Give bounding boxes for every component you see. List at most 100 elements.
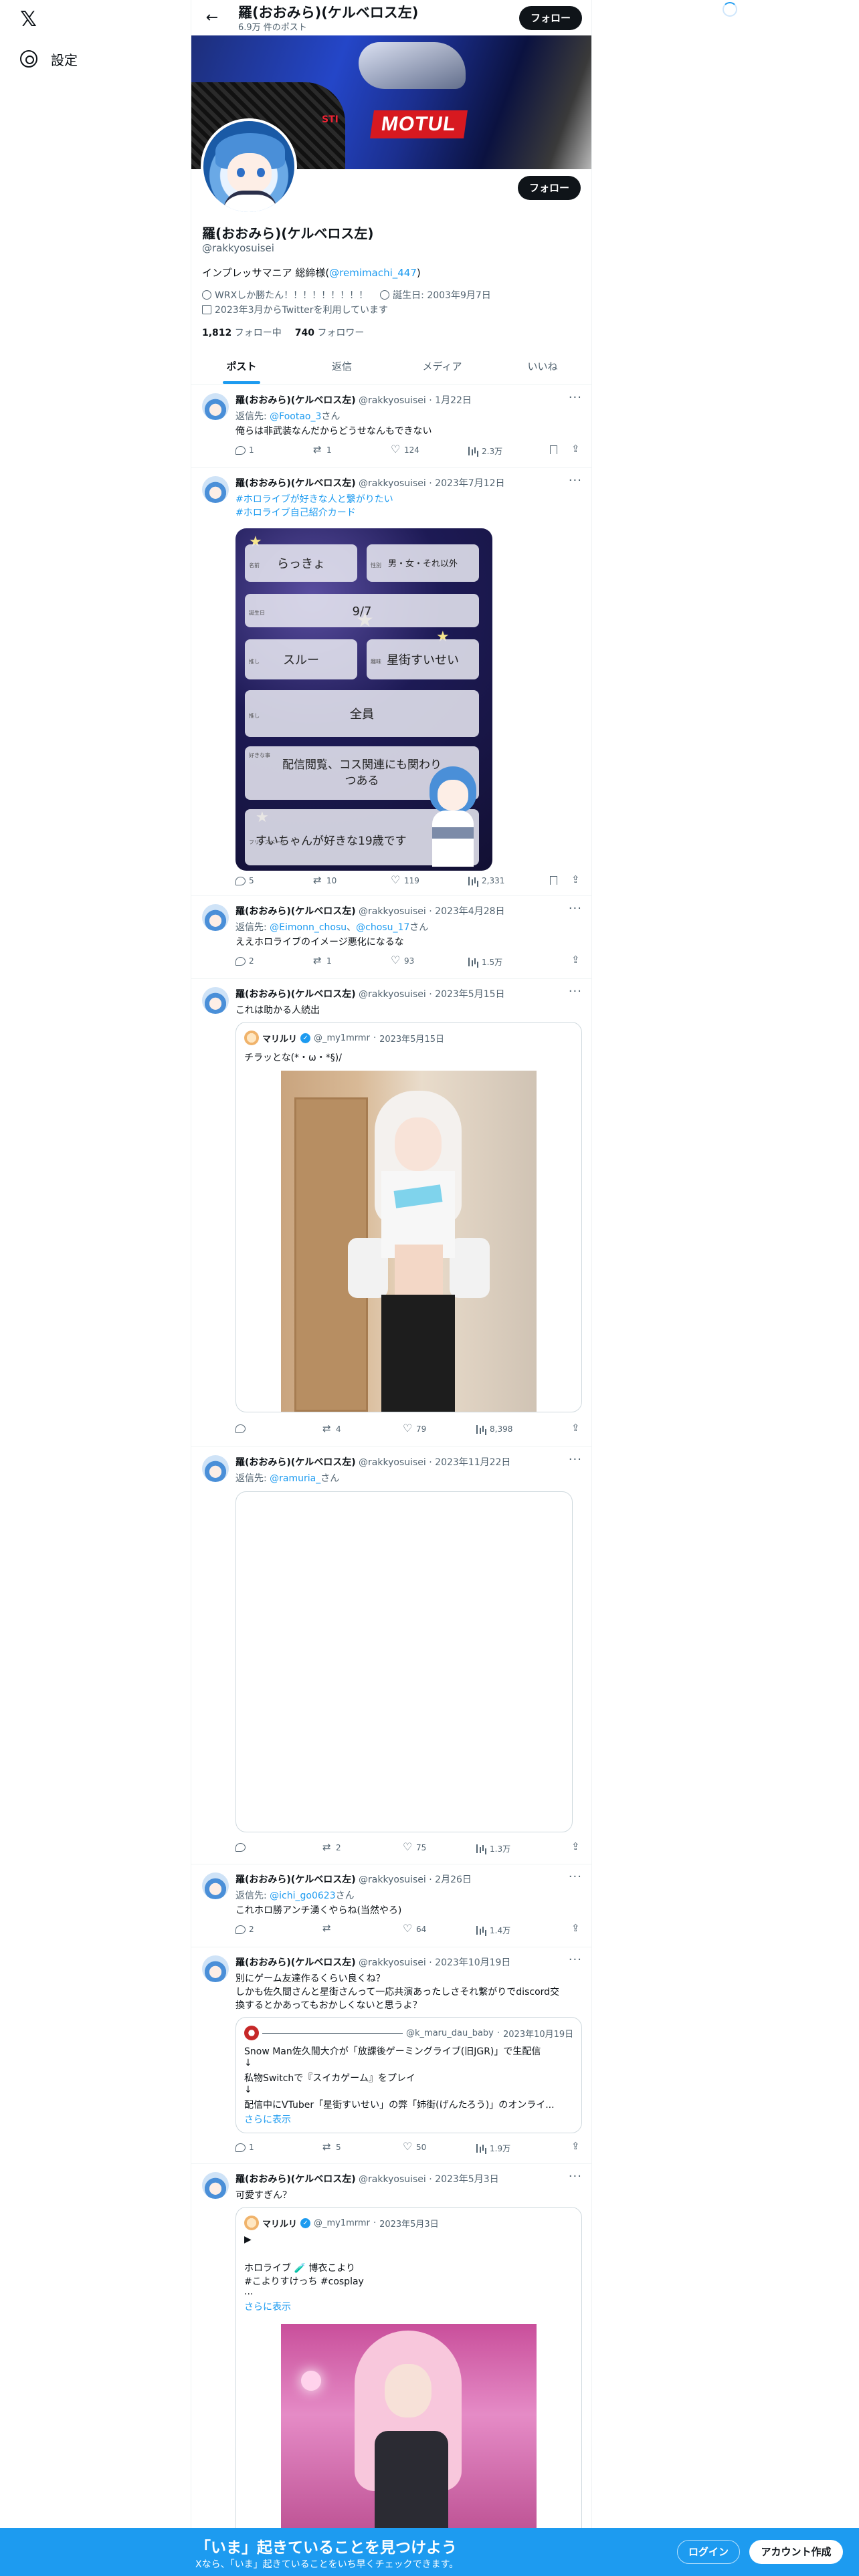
retweet-button[interactable]: 2 (322, 1841, 341, 1853)
bookmark-button[interactable] (550, 445, 557, 454)
tweet[interactable]: 羅(おおみら)(ケルベロス左) @rakkyosuisei · 2023年7月1… (191, 468, 591, 896)
reply-to-link[interactable]: @Footao_3 (270, 411, 321, 422)
tweet-date[interactable]: 2023年11月22日 (435, 1457, 510, 1468)
bio-mention-link[interactable]: @remimachi_447 (329, 267, 417, 279)
tweet-date[interactable]: 2023年7月12日 (435, 478, 504, 489)
views-button[interactable]: 2,331 (468, 876, 504, 885)
share-button[interactable] (571, 443, 581, 455)
share-button[interactable] (571, 954, 581, 966)
followers-link[interactable]: 740 フォロワー (295, 326, 365, 339)
like-button[interactable]: 79 (403, 1422, 426, 1434)
bookmark-button[interactable] (550, 876, 557, 885)
reply-button[interactable]: 1 (235, 2143, 254, 2152)
quote-photo[interactable] (281, 2324, 537, 2551)
header-follow-button[interactable]: フォロー (519, 6, 582, 30)
tweet[interactable]: 羅(おおみら)(ケルベロス左) @rakkyosuisei · 2月26日 ··… (191, 1864, 591, 1947)
tweet-author[interactable]: 羅(おおみら)(ケルベロス左) (235, 478, 356, 489)
tweet-date[interactable]: 2023年5月3日 (435, 2174, 498, 2185)
x-logo-icon[interactable]: 𝕏 (20, 8, 43, 31)
share-button[interactable] (571, 873, 581, 885)
tweet-author[interactable]: 羅(おおみら)(ケルベロス左) (235, 1874, 356, 1885)
tweet-avatar[interactable] (202, 1455, 229, 1482)
retweet-button[interactable]: 4 (322, 1422, 341, 1434)
hashtag-link[interactable]: #ホロライブが好きな人と繋がりたい (235, 492, 393, 506)
more-icon[interactable]: ··· (569, 1953, 582, 1967)
hashtag-link[interactable]: #ホロライブ自己紹介カード (235, 506, 356, 519)
media-placeholder[interactable] (235, 1491, 573, 1832)
more-icon[interactable]: ··· (569, 2169, 582, 2183)
like-button[interactable]: 64 (403, 1922, 426, 1935)
tweet-avatar[interactable] (202, 904, 229, 931)
views-button[interactable]: 1.5万 (468, 956, 502, 968)
tweet-date[interactable]: 2月26日 (435, 1874, 472, 1885)
share-button[interactable] (571, 1422, 581, 1434)
tweet-author[interactable]: 羅(おおみら)(ケルベロス左) (235, 1957, 356, 1968)
views-button[interactable]: 1.4万 (476, 1925, 510, 1936)
tweet-author[interactable]: 羅(おおみら)(ケルベロス左) (235, 989, 356, 1000)
reply-button[interactable]: 2 (235, 956, 254, 966)
views-button[interactable]: 1.3万 (476, 1843, 510, 1854)
like-button[interactable]: 50 (403, 2140, 426, 2153)
views-button[interactable]: 8,398 (476, 1424, 512, 1434)
reply-to-link[interactable]: @ichi_go0623 (270, 1891, 335, 1901)
tweet-avatar[interactable] (202, 1872, 229, 1899)
reply-button[interactable] (235, 1843, 249, 1852)
tweet[interactable]: 羅(おおみら)(ケルベロス左) @rakkyosuisei · 2023年11月… (191, 1447, 591, 1864)
views-button[interactable]: 1.9万 (476, 2143, 510, 2154)
tweet-avatar[interactable] (202, 987, 229, 1014)
retweet-button[interactable]: 10 (313, 874, 337, 886)
tab-posts[interactable]: ポスト (191, 349, 292, 384)
share-button[interactable] (571, 2140, 581, 2152)
more-icon[interactable]: ··· (569, 473, 582, 488)
reply-to-link[interactable]: @chosu_17 (356, 922, 409, 933)
create-account-button[interactable]: アカウント作成 (749, 2540, 843, 2564)
login-button[interactable]: ログイン (677, 2540, 740, 2564)
tweet-author[interactable]: 羅(おおみら)(ケルベロス左) (235, 906, 356, 917)
tweet-avatar[interactable] (202, 476, 229, 503)
reply-button[interactable] (235, 1424, 249, 1433)
show-more-link[interactable]: さらに表示 (244, 2300, 291, 2313)
nav-settings[interactable]: 設定 (20, 45, 78, 72)
quote-tweet[interactable]: @k_maru_dau_baby · 2023年10月19日 Snow Man佐… (235, 2017, 582, 2133)
tweet-author[interactable]: 羅(おおみら)(ケルベロス左) (235, 1457, 356, 1468)
reply-to-link[interactable]: @Eimonn_chosu (270, 922, 347, 933)
quote-photo[interactable] (281, 1071, 537, 1412)
tweet-date[interactable]: 1月22日 (435, 395, 472, 406)
reply-button[interactable]: 5 (235, 876, 254, 885)
show-more-link[interactable]: さらに表示 (244, 2113, 291, 2126)
retweet-button[interactable]: 1 (313, 954, 332, 966)
tweet-avatar[interactable] (202, 2172, 229, 2199)
tweet[interactable]: 羅(おおみら)(ケルベロス左) @rakkyosuisei · 2023年5月1… (191, 979, 591, 1447)
follow-button[interactable]: フォロー (518, 176, 581, 200)
reply-button[interactable]: 1 (235, 445, 254, 455)
back-arrow-icon[interactable]: ← (202, 8, 222, 28)
tweet-date[interactable]: 2023年4月28日 (435, 906, 504, 917)
tweet-author[interactable]: 羅(おおみら)(ケルベロス左) (235, 2174, 356, 2185)
like-button[interactable]: 75 (403, 1840, 426, 1853)
tweet-date[interactable]: 2023年10月19日 (435, 1957, 510, 1968)
retweet-button[interactable] (322, 1922, 336, 1934)
like-button[interactable]: 119 (391, 873, 419, 886)
tab-media[interactable]: メディア (392, 349, 492, 384)
quote-tweet[interactable]: マリルリ ✓ @_my1mrmr · 2023年5月15日 チラッとな(*・ω・… (235, 1022, 582, 1412)
like-button[interactable]: 124 (391, 443, 419, 455)
reply-to-link[interactable]: @ramuria_ (270, 1473, 320, 1484)
retweet-button[interactable]: 5 (322, 2141, 341, 2153)
more-icon[interactable]: ··· (569, 901, 582, 916)
more-icon[interactable]: ··· (569, 391, 582, 405)
tweet[interactable]: 羅(おおみら)(ケルベロス左) @rakkyosuisei · 2023年4月2… (191, 896, 591, 979)
following-link[interactable]: 1,812 フォロー中 (202, 326, 282, 339)
views-button[interactable]: 2.3万 (468, 445, 502, 457)
quote-tweet[interactable]: マリルリ ✓ @_my1mrmr · 2023年5月3日 ▶ ホロライブ 🧪 博… (235, 2207, 582, 2576)
tweet[interactable]: 羅(おおみら)(ケルベロス左) @rakkyosuisei · 1月22日 ··… (191, 385, 591, 468)
tweet-image[interactable]: ★ ★ ★ ★ 名前らっきょ 性別男・女・それ以外 誕生日9/7 推しスルー 趣… (235, 528, 492, 871)
share-button[interactable] (571, 1840, 581, 1852)
tab-replies[interactable]: 返信 (292, 349, 392, 384)
more-icon[interactable]: ··· (569, 984, 582, 998)
tweet-avatar[interactable] (202, 1955, 229, 1982)
tweet[interactable]: 羅(おおみら)(ケルベロス左) @rakkyosuisei · 2023年10月… (191, 1947, 591, 2164)
reply-button[interactable]: 2 (235, 1925, 254, 1934)
tweet-date[interactable]: 2023年5月15日 (435, 989, 504, 1000)
more-icon[interactable]: ··· (569, 1870, 582, 1884)
more-icon[interactable]: ··· (569, 1453, 582, 1467)
